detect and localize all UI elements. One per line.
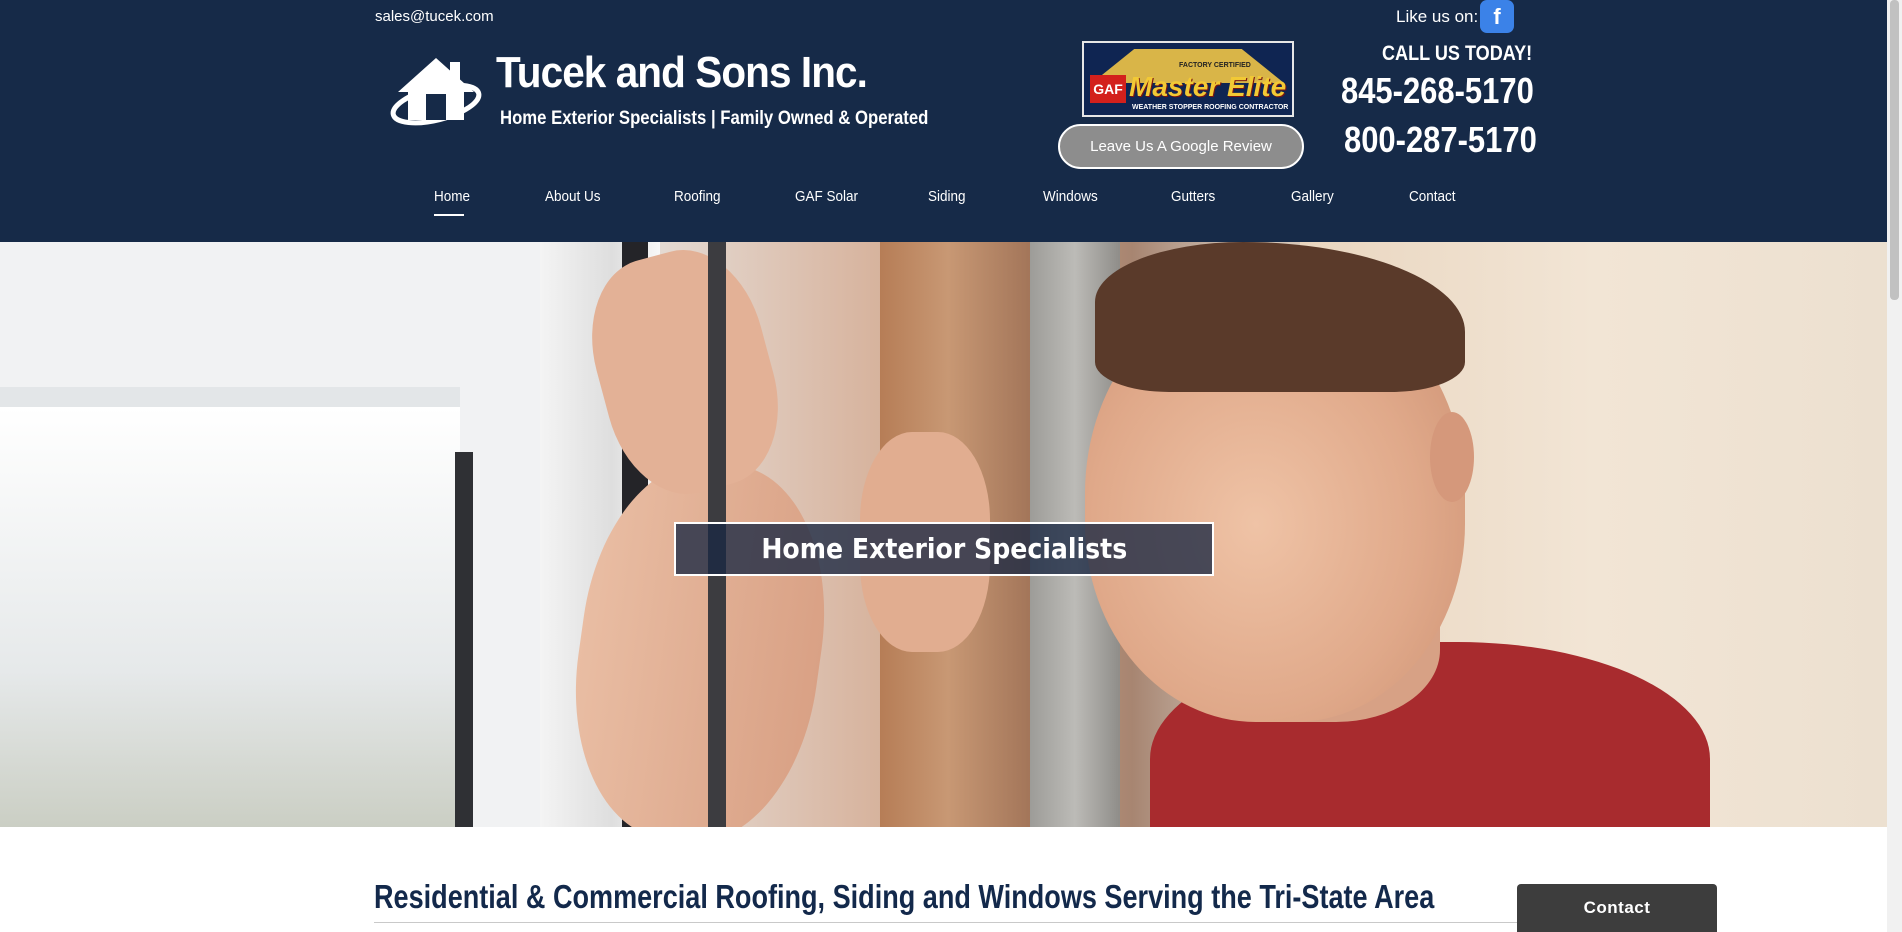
facebook-icon[interactable]: f xyxy=(1480,0,1514,33)
badge-certified-text: FACTORY CERTIFIED xyxy=(1179,62,1251,69)
nav-windows[interactable]: Windows xyxy=(1043,188,1098,205)
site-header: sales@tucek.com Like us on: f Tucek and … xyxy=(0,0,1887,242)
site-tagline: Home Exterior Specialists | Family Owned… xyxy=(500,108,929,129)
hero-window-seal xyxy=(455,452,473,827)
phone-number-1[interactable]: 845-268-5170 xyxy=(1341,70,1534,112)
site-title[interactable]: Tucek and Sons Inc. xyxy=(496,48,868,98)
gaf-master-elite-badge: FACTORY CERTIFIED GAF Master Elite WEATH… xyxy=(1082,41,1294,117)
hero-ear xyxy=(1430,412,1474,502)
email-link[interactable]: sales@tucek.com xyxy=(375,8,494,25)
nav-gallery[interactable]: Gallery xyxy=(1291,188,1334,205)
badge-title: Master Elite xyxy=(1129,71,1287,102)
hero-window-glass xyxy=(0,387,460,827)
call-us-label: CALL US TODAY! xyxy=(1382,42,1533,65)
phone-number-2[interactable]: 800-287-5170 xyxy=(1344,119,1537,161)
page-heading: Residential & Commercial Roofing, Siding… xyxy=(374,878,1435,915)
contact-widget-button[interactable]: Contact xyxy=(1517,884,1717,932)
nav-home[interactable]: Home xyxy=(434,188,470,205)
google-review-button[interactable]: Leave Us A Google Review xyxy=(1058,124,1304,169)
nav-siding[interactable]: Siding xyxy=(928,188,966,205)
house-icon[interactable] xyxy=(388,54,484,126)
nav-contact[interactable]: Contact xyxy=(1409,188,1456,205)
badge-strapline: WEATHER STOPPER ROOFING CONTRACTOR xyxy=(1132,104,1289,111)
main-nav: Home About Us Roofing GAF Solar Siding W… xyxy=(0,184,1887,224)
nav-active-indicator xyxy=(434,214,464,216)
like-us-label: Like us on: xyxy=(1396,7,1479,26)
scrollbar-thumb[interactable] xyxy=(1890,0,1899,300)
nav-gutters[interactable]: Gutters xyxy=(1171,188,1215,205)
hero-caption: Home Exterior Specialists xyxy=(674,522,1214,576)
hero-caption-text: Home Exterior Specialists xyxy=(761,532,1127,565)
gaf-logo: GAF xyxy=(1090,75,1126,103)
nav-roofing[interactable]: Roofing xyxy=(674,188,721,205)
nav-about-us[interactable]: About Us xyxy=(545,188,601,205)
heading-divider xyxy=(374,922,1524,923)
nav-gaf-solar[interactable]: GAF Solar xyxy=(795,188,858,205)
